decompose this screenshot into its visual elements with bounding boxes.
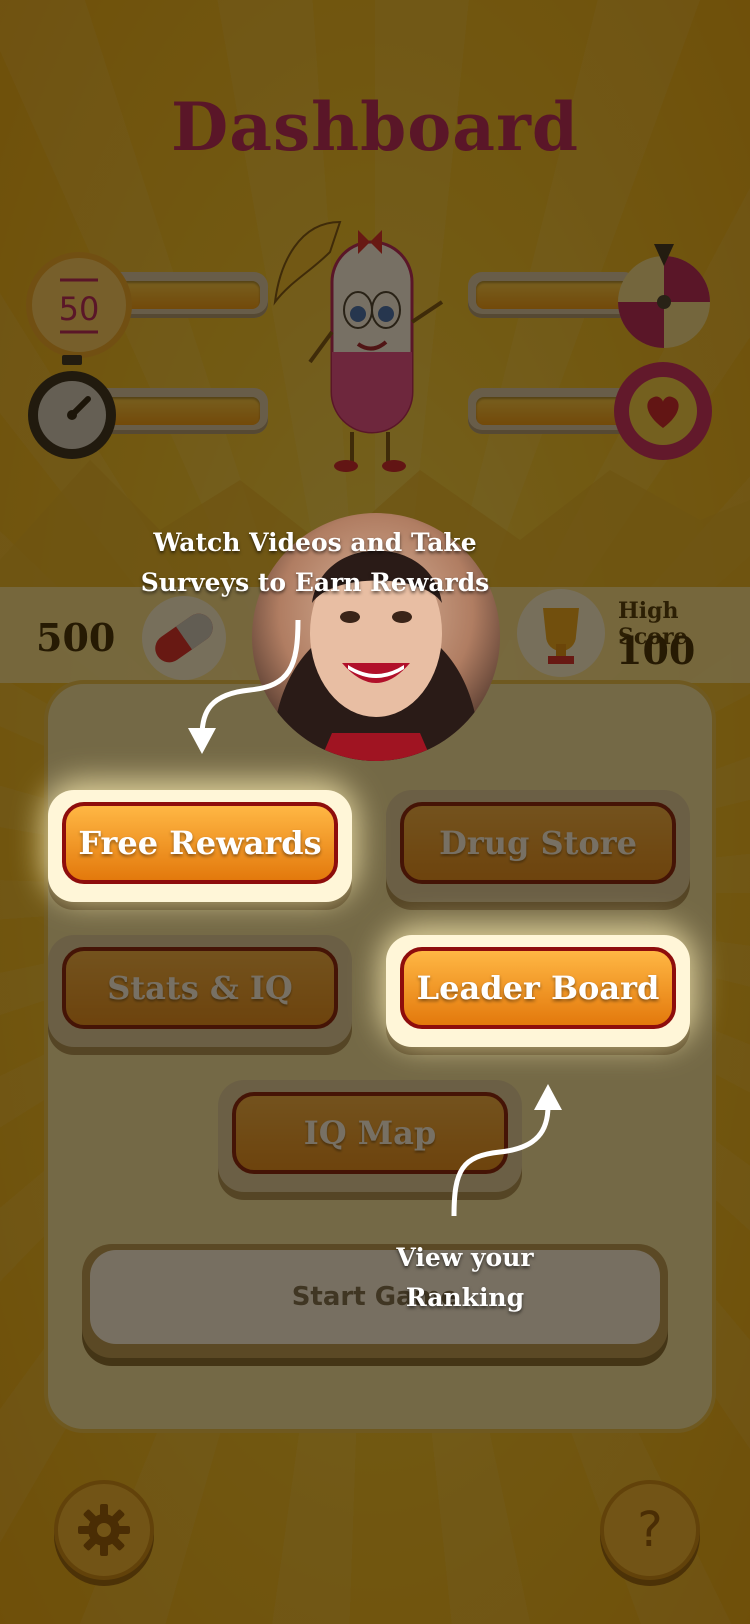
start-game-button-frame: Start Game <box>82 1244 668 1358</box>
level-badge-icon: 50 <box>26 252 132 358</box>
ranking-tip-line2: Ranking <box>405 1283 525 1312</box>
drug-store-button-frame: Drug Store <box>386 790 690 902</box>
rewards-tip-line2: Surveys to Earn Rewards <box>140 568 490 597</box>
free-rewards-highlight-frame: Free Rewards <box>48 790 352 902</box>
level-badge-text: 50 <box>59 290 100 328</box>
stats-iq-button-frame: Stats & IQ <box>48 935 352 1047</box>
arrow-to-leader-board-icon <box>451 1084 562 1217</box>
high-score-value: 100 <box>616 628 696 673</box>
settings-button[interactable] <box>54 1480 154 1580</box>
spin-wheel-icon <box>618 244 710 348</box>
gear-icon <box>78 1504 130 1556</box>
leader-board-highlight-button[interactable]: Leader Board <box>400 947 676 1029</box>
stopwatch-icon <box>28 355 116 459</box>
rewards-tip-line1: Watch Videos and Take <box>153 528 477 557</box>
trophy-icon <box>517 589 605 677</box>
start-game-button[interactable]: Start Game <box>90 1250 660 1344</box>
spin-progress-bar <box>468 272 638 318</box>
ranking-tip-line1: View your <box>396 1243 534 1272</box>
question-mark-icon: ? <box>637 1502 663 1558</box>
pill-mascot-character <box>273 220 444 472</box>
arrow-to-free-rewards-icon <box>188 619 301 754</box>
heart-badge-icon <box>614 362 712 460</box>
drug-store-button[interactable]: Drug Store <box>400 802 676 884</box>
pill-count: 500 <box>36 615 116 660</box>
page-title: Dashboard <box>171 88 579 166</box>
free-rewards-highlight-button[interactable]: Free Rewards <box>62 802 338 884</box>
help-button[interactable]: ? <box>600 1480 700 1580</box>
leader-board-highlight-frame: Leader Board <box>386 935 690 1047</box>
lives-progress-bar <box>468 388 638 434</box>
stats-iq-button[interactable]: Stats & IQ <box>62 947 338 1029</box>
